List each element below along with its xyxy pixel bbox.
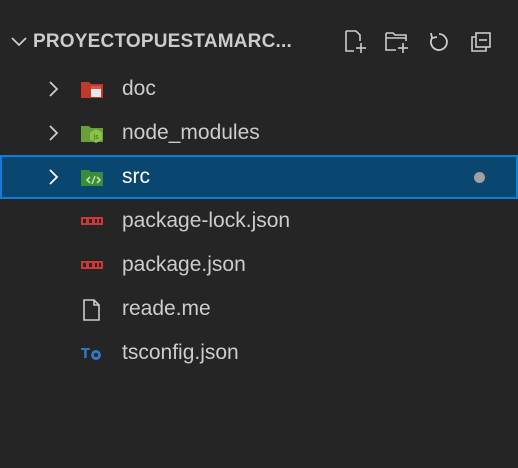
modified-indicator-dot — [474, 172, 485, 183]
tree-item-reade-me[interactable]: reade.me — [0, 287, 518, 331]
tree-item-label: package.json — [122, 253, 246, 276]
file-icon — [80, 299, 104, 321]
folder-doc-icon — [80, 79, 104, 99]
tree-item-label: reade.me — [122, 297, 211, 320]
refresh-icon[interactable] — [418, 26, 460, 58]
typescript-icon: T — [80, 343, 104, 363]
tree-item-src[interactable]: src — [0, 155, 518, 199]
new-file-icon[interactable] — [334, 26, 376, 58]
new-folder-icon[interactable] — [376, 26, 418, 58]
folder-node-icon: js — [80, 123, 104, 143]
tree-item-label: node_modules — [122, 121, 260, 144]
explorer-actions — [334, 26, 502, 58]
chevron-right-icon[interactable] — [46, 79, 62, 99]
folder-src-icon — [80, 167, 104, 187]
tree-item-label: src — [122, 165, 150, 188]
chevron-down-icon[interactable] — [9, 32, 29, 52]
npm-icon — [80, 211, 104, 231]
collapse-all-icon[interactable] — [460, 26, 502, 58]
npm-icon — [80, 255, 104, 275]
file-tree: doc js node_modules src package-lock.jso… — [0, 67, 518, 375]
tree-item-package-lock[interactable]: package-lock.json — [0, 199, 518, 243]
tree-item-label: package-lock.json — [122, 209, 291, 232]
tree-item-doc[interactable]: doc — [0, 67, 518, 111]
tree-item-label: doc — [122, 77, 156, 100]
chevron-right-icon[interactable] — [46, 167, 62, 187]
file-explorer: PROYECTOPUESTAMARC... doc js node_module… — [0, 0, 518, 468]
tree-item-package-json[interactable]: package.json — [0, 243, 518, 287]
svg-text:js: js — [92, 133, 99, 141]
workspace-title[interactable]: PROYECTOPUESTAMARC... — [33, 31, 292, 53]
chevron-right-icon[interactable] — [46, 123, 62, 143]
explorer-header[interactable]: PROYECTOPUESTAMARC... — [0, 20, 518, 64]
tree-item-tsconfig[interactable]: T tsconfig.json — [0, 331, 518, 375]
tree-item-node-modules[interactable]: js node_modules — [0, 111, 518, 155]
svg-text:T: T — [81, 347, 90, 362]
tree-item-label: tsconfig.json — [122, 341, 239, 364]
